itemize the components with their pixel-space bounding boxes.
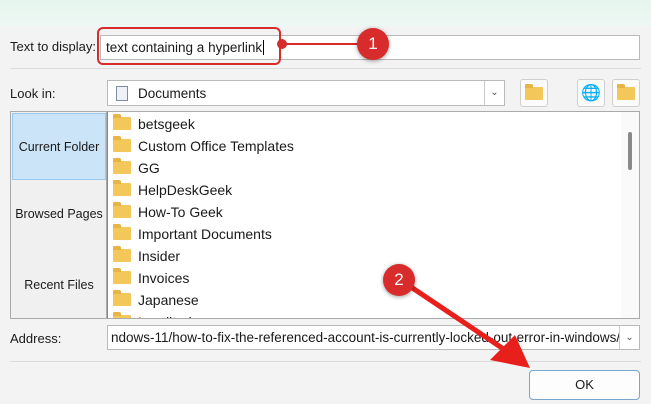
step-1-badge: 1 <box>357 28 389 60</box>
arrow-head <box>490 335 530 368</box>
arrow-line <box>406 282 510 355</box>
step-2-badge: 2 <box>383 264 415 296</box>
annotation-arrows <box>277 39 530 368</box>
